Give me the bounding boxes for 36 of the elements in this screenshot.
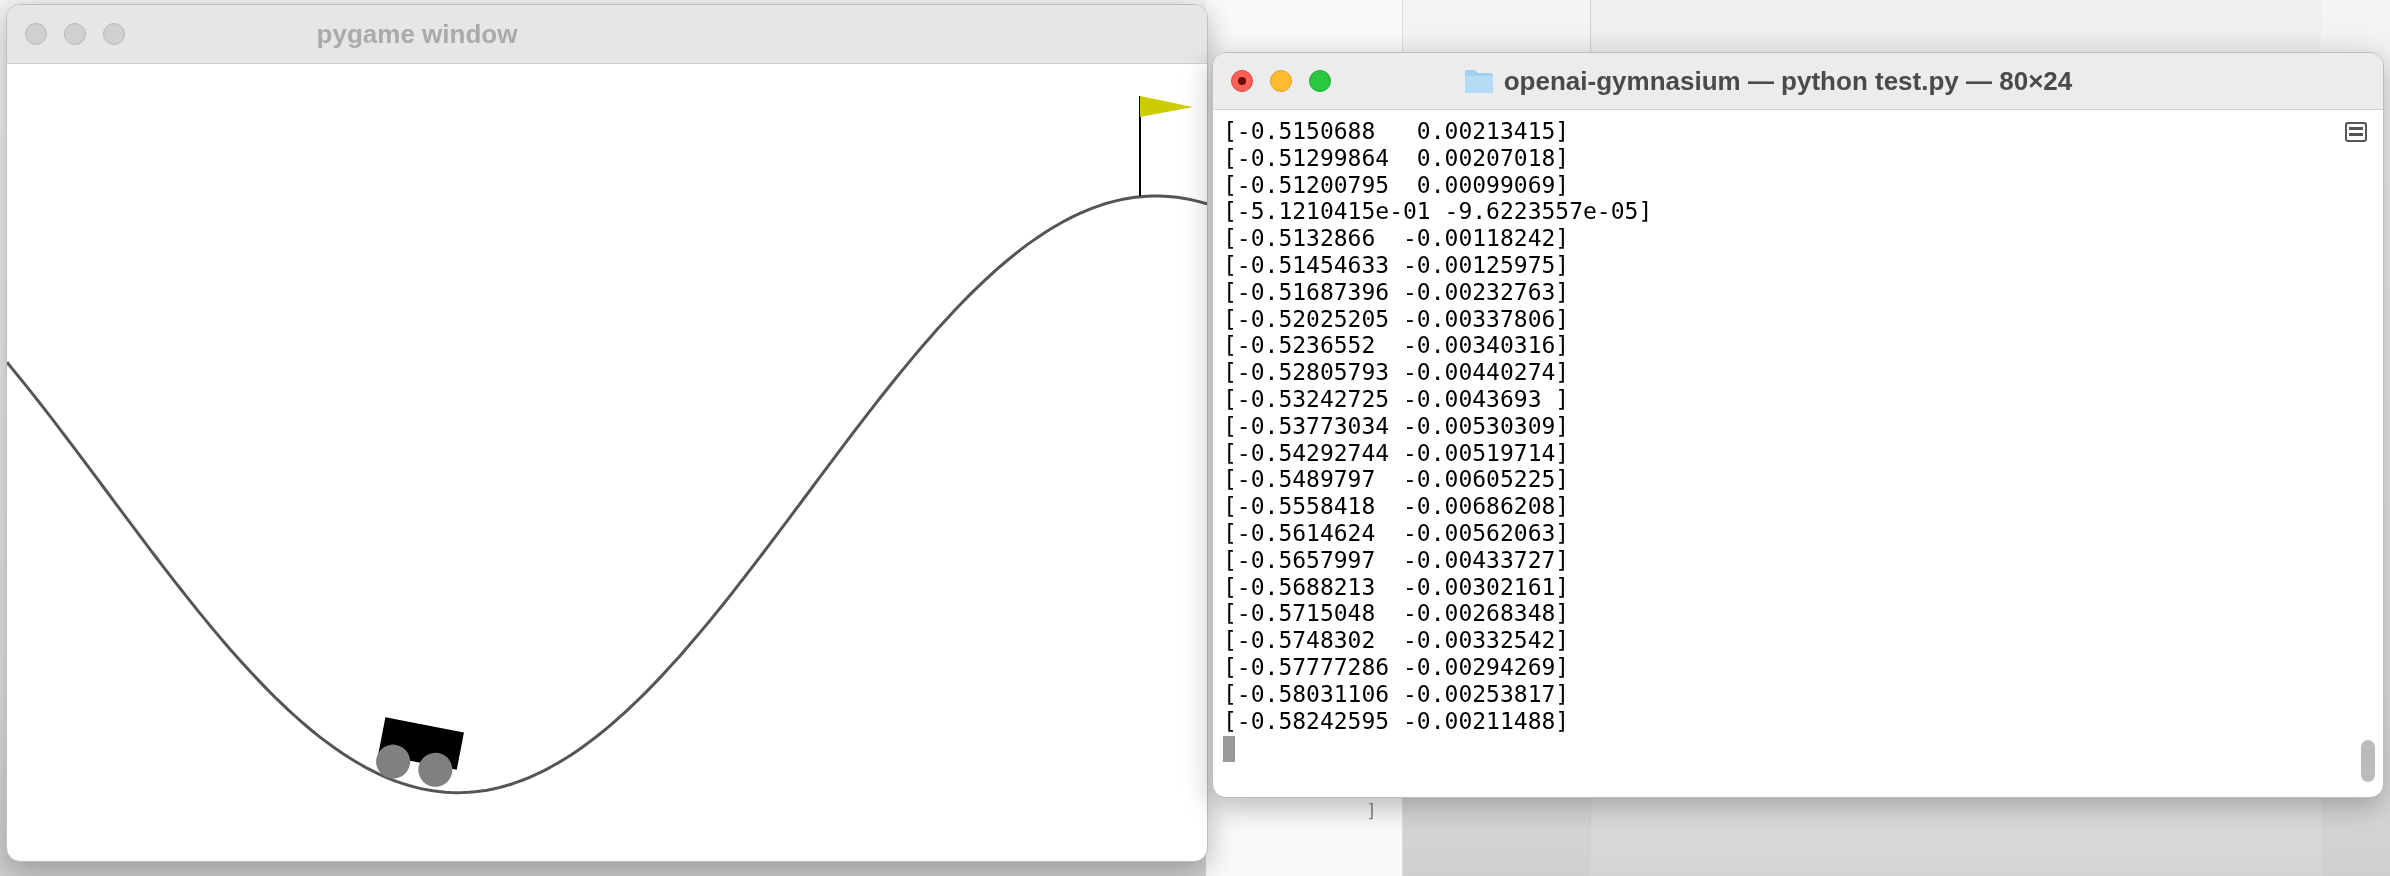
flag-icon [1139,95,1193,197]
output-line: [-0.5614624 -0.00562063] [1223,519,1570,547]
zoom-button[interactable] [103,23,125,45]
output-line: [-0.5236552 -0.00340316] [1223,332,1570,360]
output-line: [-0.51687396 -0.00232763] [1223,278,1570,306]
output-line: [-0.53242725 -0.0043693 ] [1223,385,1570,413]
split-pane-icon[interactable] [2345,122,2367,142]
output-line: [-0.52805793 -0.00440274] [1223,359,1570,386]
scrollbar-thumb[interactable] [2361,740,2375,782]
output-line: [-0.5715048 -0.00268348] [1223,600,1570,628]
output-line: [-0.5150688 0.00213415] [1223,118,1570,145]
output-line: [-0.5657997 -0.00433727] [1223,546,1570,574]
output-line: [-0.5489797 -0.00605225] [1223,466,1570,494]
minimize-button[interactable] [1270,70,1292,92]
close-button[interactable] [1231,70,1253,92]
output-line: [-0.58031106 -0.00253817] [1223,680,1570,708]
text-cursor [1223,736,1235,763]
output-line: [-0.51454633 -0.00125975] [1223,252,1570,279]
output-line: [-5.1210415e-01 -9.6223557e-05] [1223,198,1653,226]
output-line: [-0.51200795 0.00099069] [1223,171,1570,199]
window-title: pygame window [316,18,518,50]
output-line: [-0.5558418 -0.00686208] [1223,493,1570,520]
editor-text: ] [1366,800,1377,821]
minimize-button[interactable] [64,23,86,45]
output-line: [-0.5132866 -0.00118242] [1223,225,1570,252]
output-line: [-0.5688213 -0.00302161] [1223,573,1570,601]
window-title: openai-gymnasium — python test.py — 80×24 [1503,65,2073,97]
folder-icon [1463,68,1494,94]
output-line: [-0.57777286 -0.00294269] [1223,653,1570,681]
output-line: [-0.52025205 -0.00337806] [1223,305,1570,333]
output-line: [-0.54292744 -0.00519714] [1223,439,1570,467]
output-line: [-0.58242595 -0.00211488] [1223,707,1570,735]
zoom-button[interactable] [1309,70,1331,92]
output-line: [-0.53773034 -0.00530309] [1223,412,1570,440]
output-line: [-0.51299864 0.00207018] [1223,144,1570,172]
output-line: [-0.5748302 -0.00332542] [1223,627,1570,654]
